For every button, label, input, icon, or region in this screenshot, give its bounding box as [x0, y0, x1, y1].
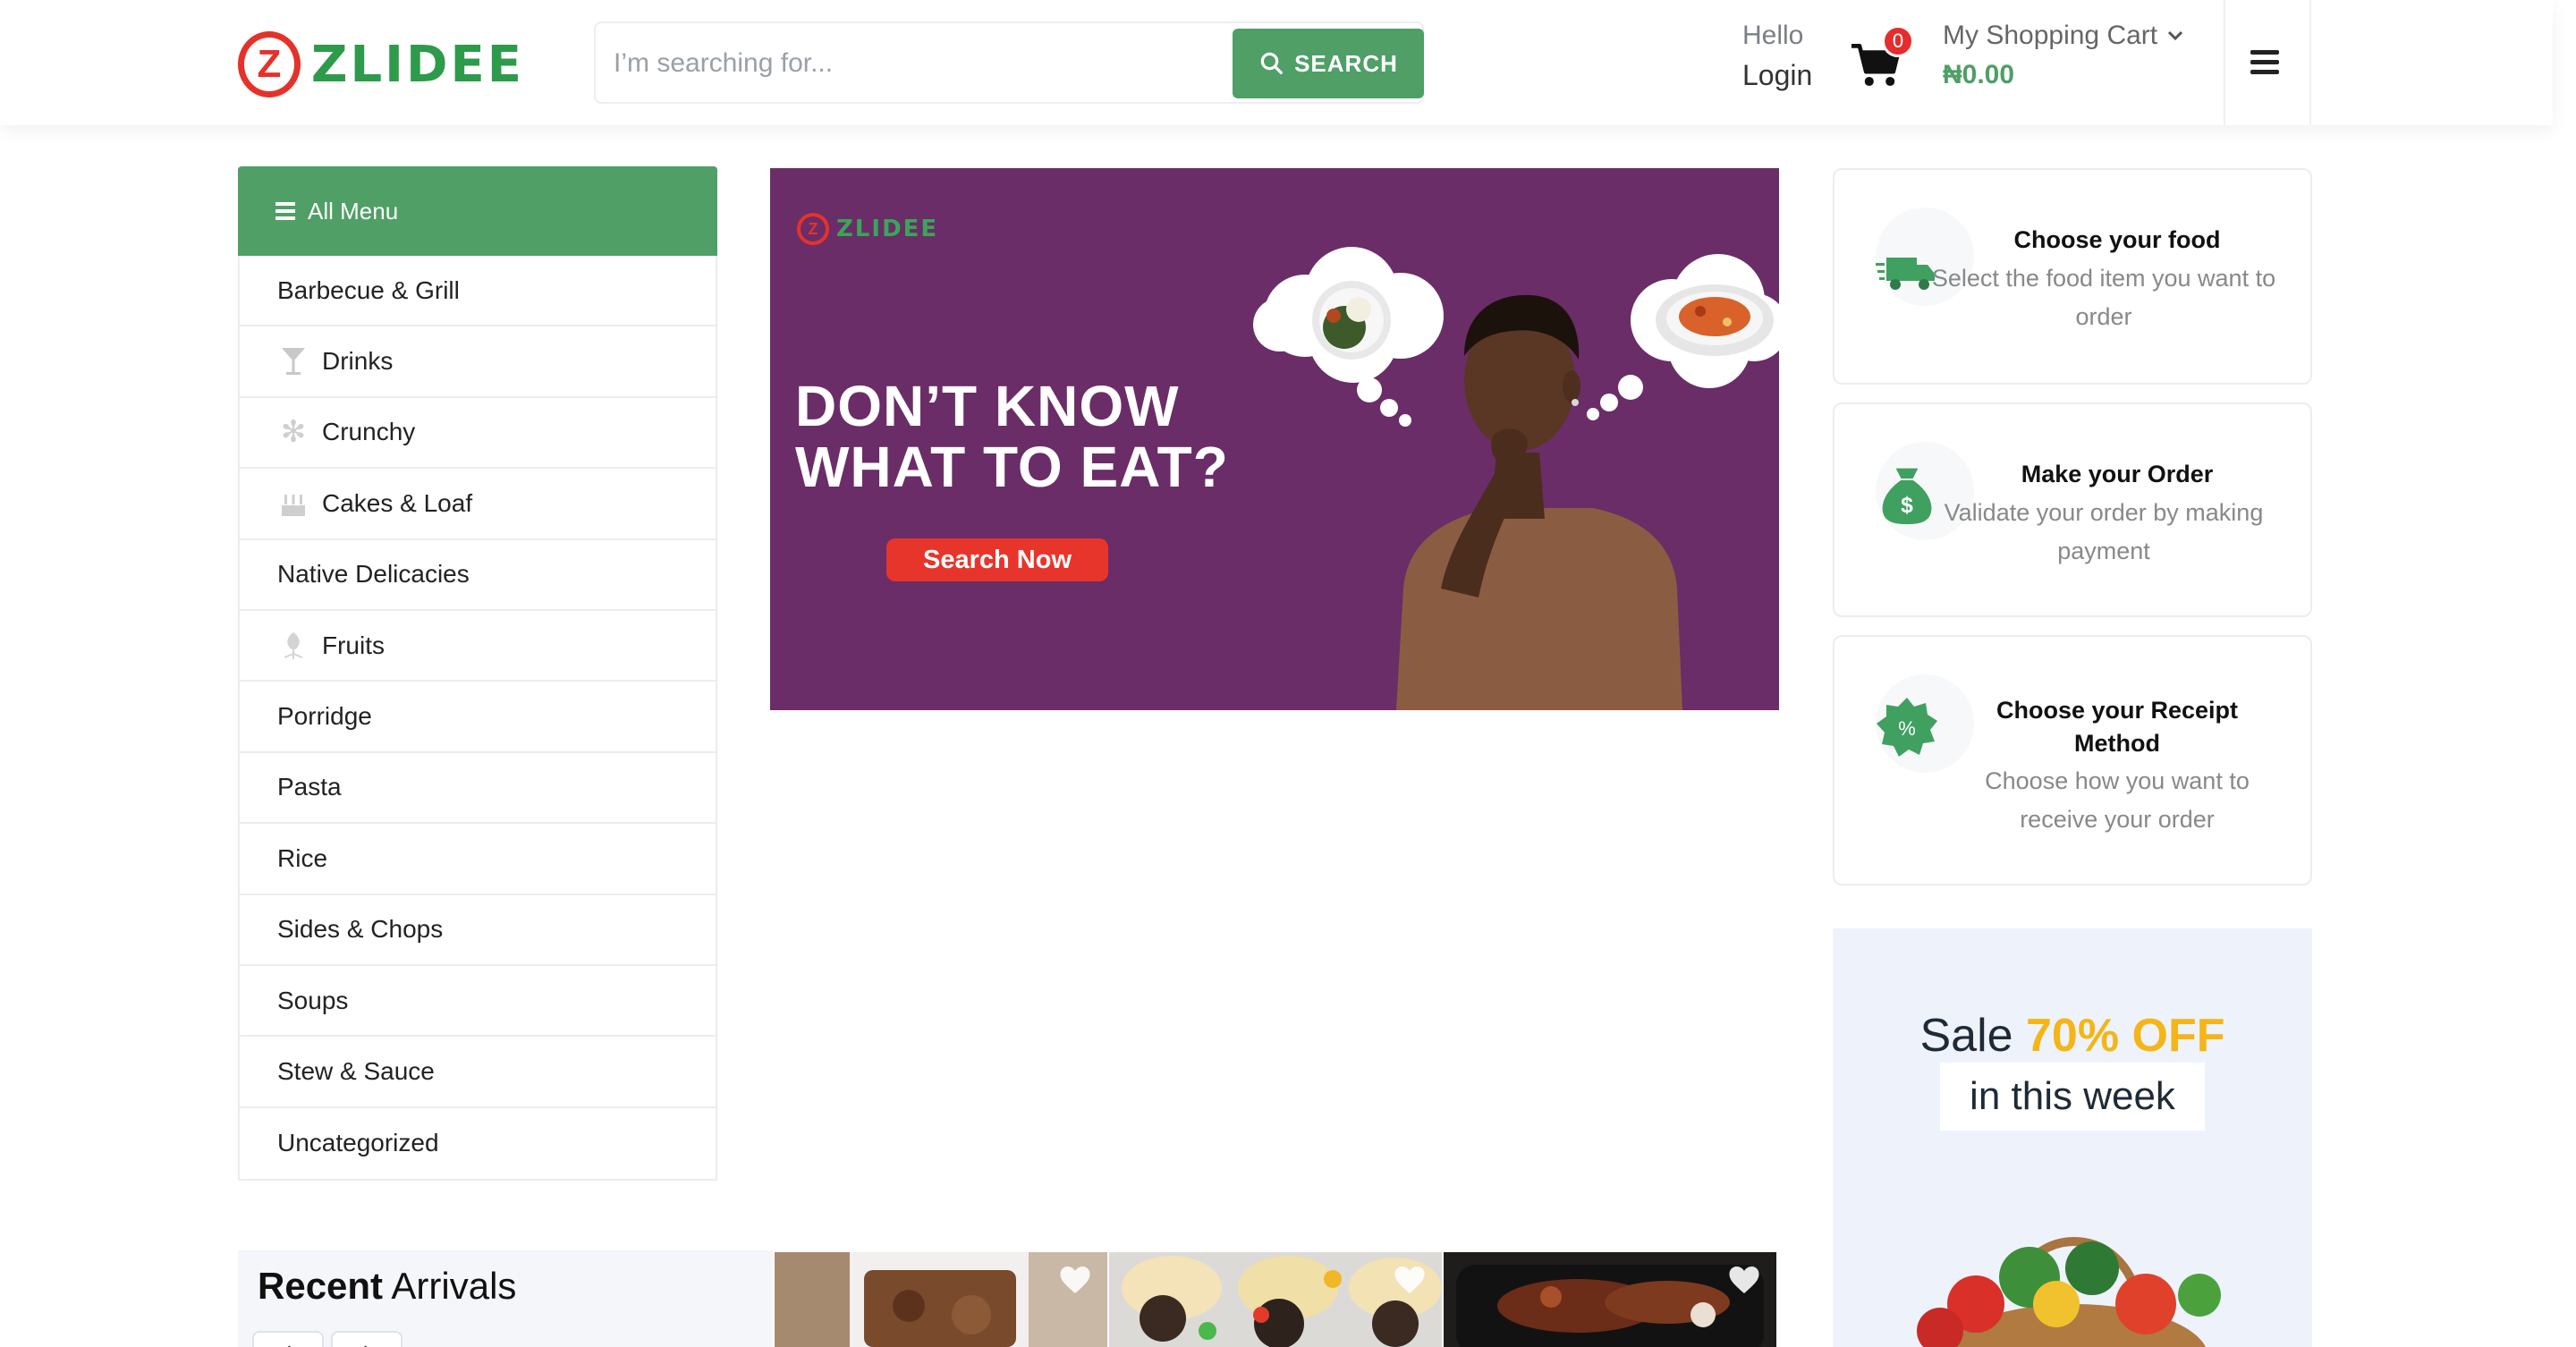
cake-icon	[277, 487, 309, 520]
menu-item-label: Porridge	[277, 702, 372, 731]
carousel-prev-button[interactable]: ‹	[252, 1331, 324, 1347]
menu-item-label: Fruits	[322, 631, 385, 659]
site-logo[interactable]: Z ZLIDEE	[238, 30, 524, 98]
wishlist-heart-icon[interactable]	[1728, 1265, 1760, 1295]
cocktail-icon	[277, 345, 309, 377]
menu-item-label: Crunchy	[322, 418, 416, 446]
sale-subline: in this week	[1940, 1063, 2205, 1131]
step-description: Select the food item you want to order	[1931, 265, 2276, 330]
menu-list-icon	[275, 199, 295, 224]
menu-item-label: Cakes & Loaf	[322, 488, 473, 517]
search-bar: SEARCH	[594, 21, 1424, 104]
menu-item-rice[interactable]: Rice	[240, 824, 716, 895]
menu-item-label: Soups	[277, 986, 349, 1014]
hamburger-menu-icon[interactable]	[2250, 50, 2279, 75]
svg-text:%: %	[1898, 717, 1916, 740]
search-now-button[interactable]: Search Now	[886, 538, 1108, 581]
menu-item-sides-chops[interactable]: Sides & Chops	[240, 895, 716, 966]
wishlist-heart-icon[interactable]	[1059, 1265, 1091, 1295]
product-card[interactable]	[1109, 1252, 1442, 1347]
vegetable-basket-illustration	[1917, 1237, 2221, 1347]
snowflake-icon: ✻	[280, 415, 307, 450]
logo-mark-icon: Z	[797, 213, 829, 245]
menu-item-label: Sides & Chops	[277, 915, 444, 944]
leaf-icon	[277, 630, 309, 662]
menu-item-uncategorized[interactable]: Uncategorized	[240, 1108, 716, 1179]
menu-item-fruits[interactable]: Fruits	[240, 611, 716, 682]
svg-text:$: $	[1901, 494, 1913, 518]
menu-item-crunchy[interactable]: ✻ Crunchy	[240, 398, 716, 470]
sale-discount: 70% OFF	[2026, 1010, 2225, 1062]
hero-banner[interactable]: Z ZLIDEE DON’T KNOW WHAT TO EAT? Search …	[770, 168, 1779, 710]
menu-item-native-delicacies[interactable]: Native Delicacies	[240, 540, 716, 611]
category-menu: All Menu Barbecue & Grill Drinks ✻ Crunc…	[238, 166, 717, 1182]
search-button-label: SEARCH	[1294, 49, 1398, 77]
login-link[interactable]: Login	[1742, 55, 1812, 95]
banner-logo: Z ZLIDEE	[797, 213, 938, 245]
menu-item-label: Native Delicacies	[277, 560, 470, 589]
section-title: Recent Arrivals	[258, 1256, 516, 1317]
product-image	[1109, 1252, 1442, 1347]
all-menu-label: All Menu	[308, 197, 399, 224]
sale-prefix: Sale	[1919, 1010, 2013, 1062]
menu-item-label: Pasta	[277, 773, 342, 801]
section-title-bold: Recent	[258, 1265, 384, 1307]
menu-item-pasta[interactable]: Pasta	[240, 753, 716, 825]
menu-item-barbecue-grill[interactable]: Barbecue & Grill	[240, 256, 716, 327]
cart-count-badge: 0	[1882, 25, 1914, 57]
step-card-receipt-method: % Choose your Receipt Method Choose how …	[1833, 635, 2312, 885]
search-icon	[1260, 52, 1284, 75]
cart-total: ₦0.00	[1943, 60, 2015, 89]
sale-promo-banner[interactable]: Sale 70% OFF in this week	[1833, 928, 2312, 1347]
product-image	[775, 1252, 1107, 1347]
step-title: Choose your Receipt Method	[1996, 697, 2239, 757]
product-image	[1444, 1252, 1776, 1347]
cart-dropdown[interactable]: My Shopping Cart	[1943, 16, 2184, 55]
product-card[interactable]	[775, 1252, 1107, 1347]
menu-item-label: Stew & Sauce	[277, 1056, 435, 1085]
menu-item-cakes-loaf[interactable]: Cakes & Loaf	[240, 469, 716, 540]
section-title-rest: Arrivals	[391, 1265, 517, 1307]
step-card-choose-food: Choose your food Select the food item yo…	[1833, 168, 2312, 385]
header-divider	[2224, 0, 2225, 125]
search-button[interactable]: SEARCH	[1233, 29, 1424, 98]
sale-headline: Sale 70% OFF	[1833, 1009, 2312, 1063]
thinking-man-illustration	[1253, 247, 1779, 710]
wishlist-heart-icon[interactable]	[1394, 1265, 1426, 1295]
recent-arrivals-section: Recent Arrivals ‹ ›	[238, 1250, 773, 1347]
banner-brand: ZLIDEE	[836, 216, 939, 242]
menu-item-soups[interactable]: Soups	[240, 966, 716, 1038]
chevron-down-icon	[2168, 30, 2183, 41]
menu-item-drinks[interactable]: Drinks	[240, 326, 716, 398]
carousel-next-button[interactable]: ›	[331, 1331, 402, 1347]
greeting-text: Hello	[1742, 21, 1804, 50]
menu-item-label: Rice	[277, 843, 328, 872]
menu-item-label: Barbecue & Grill	[277, 275, 460, 304]
menu-item-label: Uncategorized	[277, 1129, 439, 1157]
step-card-make-order: $ Make your Order Validate your order by…	[1833, 402, 2312, 617]
category-list: Barbecue & Grill Drinks ✻ Crunchy Cakes …	[238, 256, 717, 1182]
product-card[interactable]	[1444, 1252, 1776, 1347]
cart-title: My Shopping Cart	[1943, 21, 2158, 50]
search-input[interactable]	[614, 39, 1186, 88]
site-header: Z ZLIDEE SEARCH Hello Login 0 My Shoppin…	[0, 0, 2553, 125]
step-title: Make your Order	[2021, 461, 2214, 487]
step-title: Choose your food	[2013, 226, 2221, 253]
logo-mark-icon: Z	[238, 31, 301, 97]
logo-text: ZLIDEE	[310, 35, 524, 94]
menu-item-porridge[interactable]: Porridge	[240, 682, 716, 753]
all-menu-header[interactable]: All Menu	[238, 166, 717, 256]
menu-item-stew-sauce[interactable]: Stew & Sauce	[240, 1037, 716, 1108]
step-description: Choose how you want to receive your orde…	[1985, 767, 2250, 833]
step-description: Validate your order by making payment	[1944, 499, 2264, 564]
menu-item-label: Drinks	[322, 347, 394, 376]
header-divider	[2309, 0, 2311, 125]
